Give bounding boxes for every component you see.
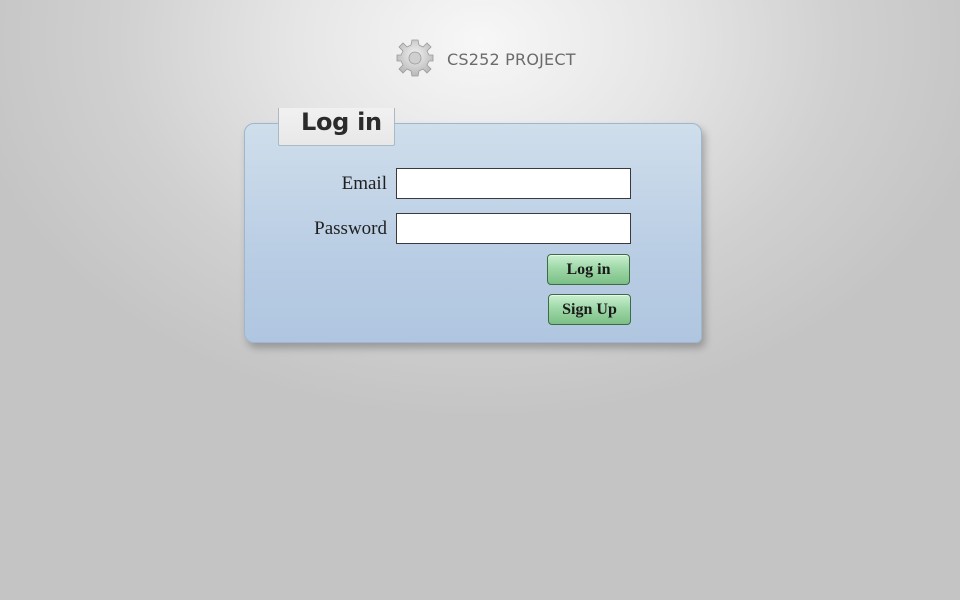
login-button[interactable]: Log in [547,254,630,285]
email-field[interactable] [396,168,631,199]
email-label: Email [341,173,387,194]
panel-title: Log in [301,108,382,136]
gear-icon [396,39,434,77]
password-field[interactable] [396,213,631,244]
brand-header: CS252 PROJECT [396,38,576,78]
brand-name: CS252 PROJECT [447,49,576,69]
signup-button[interactable]: Sign Up [548,294,631,325]
password-label: Password [314,218,387,239]
